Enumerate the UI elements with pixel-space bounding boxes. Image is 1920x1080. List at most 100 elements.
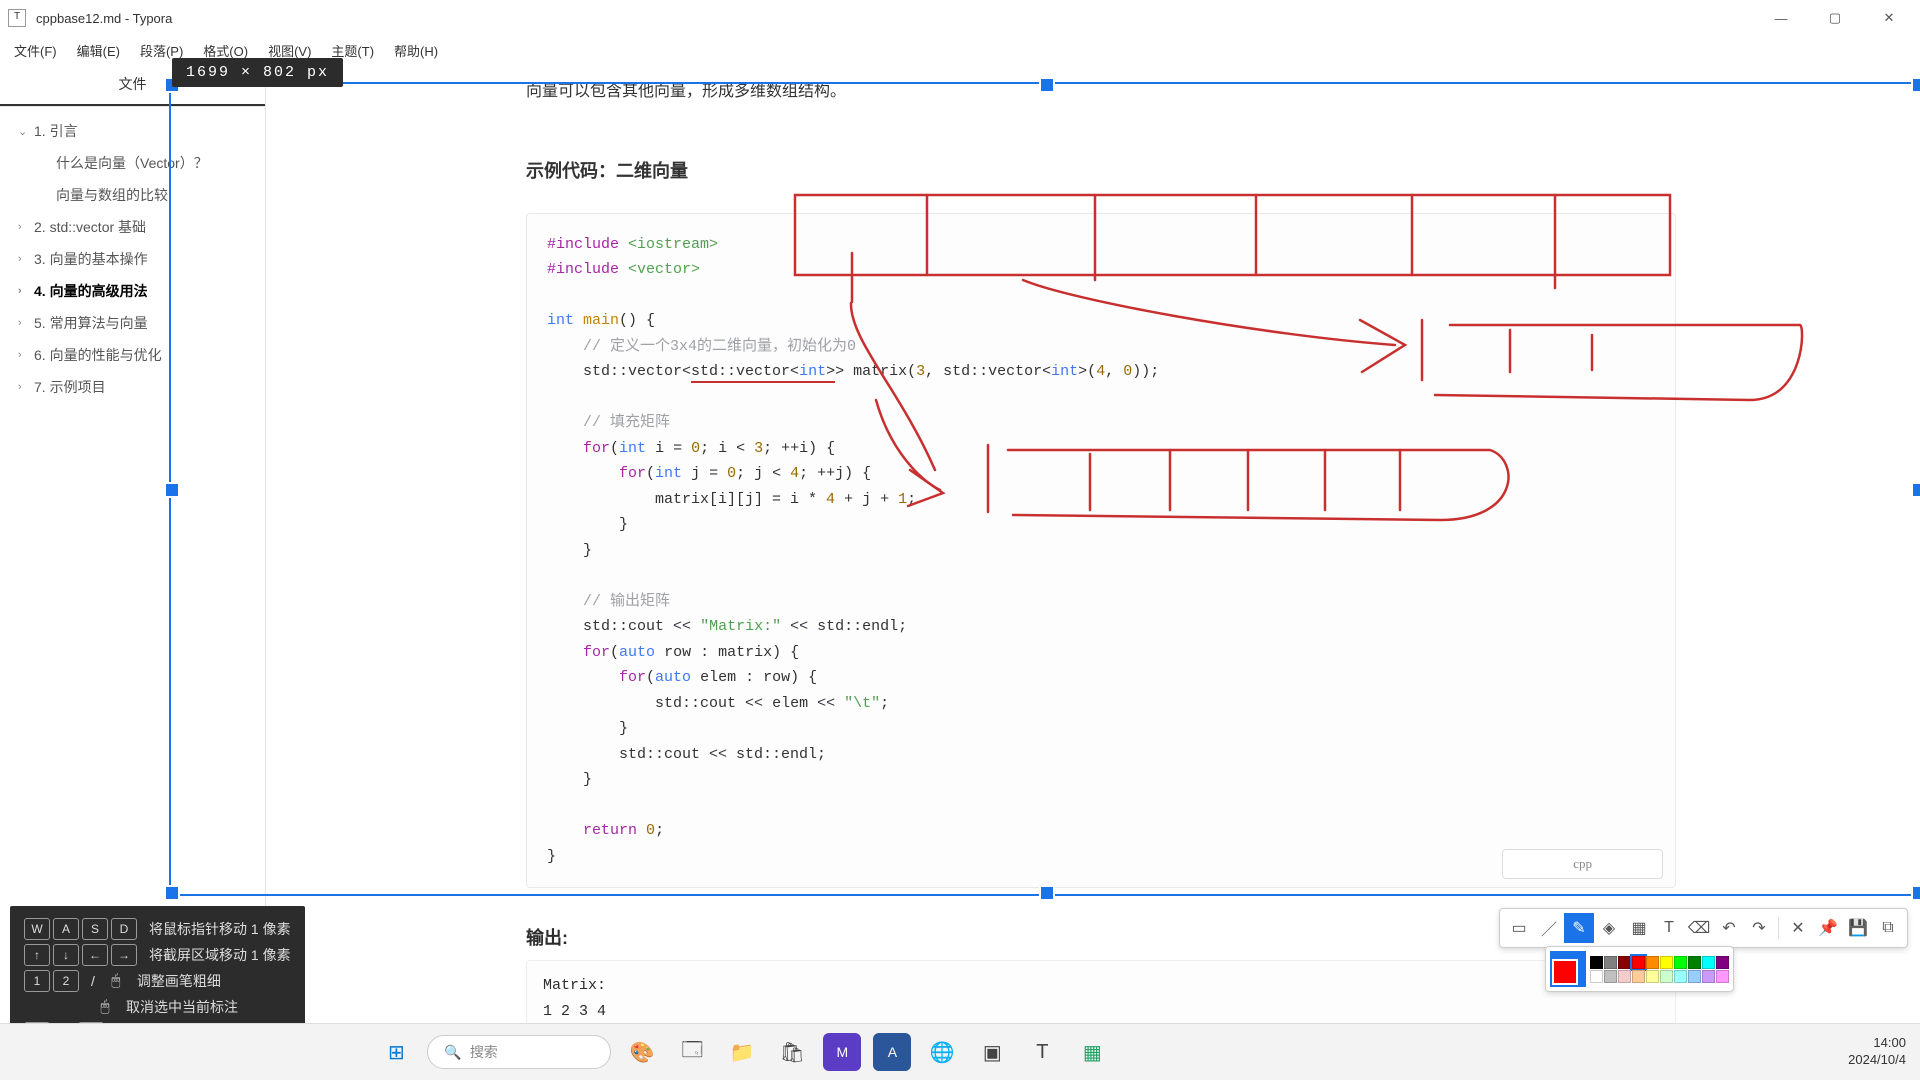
code-block[interactable]: #include <iostream> #include <vector> in…: [526, 213, 1676, 889]
close-button[interactable]: ✕: [1866, 3, 1912, 33]
code-comment: // 填充矩阵: [583, 414, 670, 431]
color-swatch[interactable]: [1590, 970, 1603, 983]
outline-item[interactable]: 什么是向量（Vector）？: [0, 147, 265, 179]
outline-label: 5. 常用算法与向量: [34, 313, 148, 333]
outline-item[interactable]: ›6. 向量的性能与优化: [0, 339, 265, 371]
tool-line[interactable]: ／: [1534, 913, 1564, 943]
outline-item[interactable]: ›5. 常用算法与向量: [0, 307, 265, 339]
sidebar: 文件 ⌄1. 引言 什么是向量（Vector）？ 向量与数组的比较 ›2. st…: [0, 64, 266, 1040]
outline: ⌄1. 引言 什么是向量（Vector）？ 向量与数组的比较 ›2. std::…: [0, 107, 265, 411]
outline-label: 4. 向量的高级用法: [34, 281, 148, 301]
taskbar-app-icon[interactable]: 🗔: [673, 1033, 711, 1071]
search-placeholder: 搜索: [470, 1042, 498, 1062]
outline-item[interactable]: 向量与数组的比较: [0, 179, 265, 211]
app-logo: T: [8, 9, 26, 27]
color-swatch[interactable]: [1716, 956, 1729, 969]
redo-button[interactable]: ↷: [1744, 913, 1774, 943]
color-swatch[interactable]: [1646, 956, 1659, 969]
mouse-icon: 🖱: [107, 968, 125, 994]
color-swatch[interactable]: [1646, 970, 1659, 983]
tool-text[interactable]: T: [1654, 913, 1684, 943]
taskbar-chrome-icon[interactable]: 🌐: [923, 1033, 961, 1071]
color-palette: [1545, 946, 1734, 992]
outline-item-selected[interactable]: ›4. 向量的高级用法: [0, 275, 265, 307]
separator: [1778, 917, 1779, 939]
help-text: 将鼠标指针移动 1 像素: [149, 916, 291, 942]
color-swatch[interactable]: [1674, 970, 1687, 983]
window-title: cppbase12.md - Typora: [36, 11, 172, 26]
menu-edit[interactable]: 编辑(E): [67, 37, 130, 64]
outline-item[interactable]: ›7. 示例项目: [0, 371, 265, 403]
maximize-button[interactable]: ▢: [1812, 3, 1858, 33]
help-text: 取消选中当前标注: [126, 994, 238, 1020]
tool-mosaic[interactable]: ▦: [1624, 913, 1654, 943]
output-line: Matrix:: [543, 973, 1659, 999]
copy-button[interactable]: ⧉: [1873, 913, 1903, 943]
start-button[interactable]: ⊞: [377, 1033, 415, 1071]
code-comment: // 定义一个3x4的二维向量，初始化为0: [583, 338, 856, 355]
color-swatch[interactable]: [1618, 970, 1631, 983]
color-swatch[interactable]: [1604, 956, 1617, 969]
help-text: 调整画笔粗细: [137, 968, 221, 994]
outline-label: 3. 向量的基本操作: [34, 249, 148, 269]
outline-label: 6. 向量的性能与优化: [34, 345, 162, 365]
color-swatch[interactable]: [1590, 956, 1603, 969]
main-area: 文件 ⌄1. 引言 什么是向量（Vector）？ 向量与数组的比较 ›2. st…: [0, 64, 1920, 1040]
tool-marker[interactable]: ◈: [1594, 913, 1624, 943]
color-swatch[interactable]: [1688, 956, 1701, 969]
editor[interactable]: 向量可以包含其他向量，形成多维数组结构。 示例代码：二维向量 #include …: [266, 64, 1920, 1040]
taskbar-store-icon[interactable]: 🛍: [773, 1033, 811, 1071]
taskbar-clock[interactable]: 14:00 2024/10/4: [1848, 1035, 1906, 1069]
taskbar-explorer-icon[interactable]: 📁: [723, 1033, 761, 1071]
outline-label: 向量与数组的比较: [56, 185, 168, 205]
color-swatch[interactable]: [1702, 970, 1715, 983]
color-swatch[interactable]: [1632, 970, 1645, 983]
current-color[interactable]: [1550, 951, 1586, 987]
annotation-toolbar: ▭ ／ ✎ ◈ ▦ T ⌫ ↶ ↷ ✕ 📌 💾 ⧉: [1499, 908, 1908, 948]
output-line: 1 2 3 4: [543, 999, 1659, 1025]
paragraph: 向量可以包含其他向量，形成多维数组结构。: [526, 78, 1676, 107]
outline-item[interactable]: ›2. std::vector 基础: [0, 211, 265, 243]
clock-time: 14:00: [1848, 1035, 1906, 1052]
code-lang-badge[interactable]: cpp: [1502, 849, 1663, 879]
taskbar-app-icon[interactable]: ▣: [973, 1033, 1011, 1071]
selection-dimensions: 1699 × 802 px: [172, 58, 343, 87]
outline-label: 2. std::vector 基础: [34, 217, 146, 237]
taskbar-app-icon[interactable]: ▦: [1073, 1033, 1111, 1071]
tool-eraser[interactable]: ⌫: [1684, 913, 1714, 943]
taskbar-app-icon[interactable]: M: [823, 1033, 861, 1071]
tool-rect[interactable]: ▭: [1504, 913, 1534, 943]
color-swatch[interactable]: [1674, 956, 1687, 969]
pin-button[interactable]: 📌: [1813, 913, 1843, 943]
tool-pen[interactable]: ✎: [1564, 913, 1594, 943]
taskbar-app-icon[interactable]: A: [873, 1033, 911, 1071]
cancel-button[interactable]: ✕: [1783, 913, 1813, 943]
color-swatch[interactable]: [1716, 970, 1729, 983]
heading: 示例代码：二维向量: [526, 157, 1676, 183]
minimize-button[interactable]: —: [1758, 3, 1804, 33]
outline-item[interactable]: ›3. 向量的基本操作: [0, 243, 265, 275]
taskbar-search[interactable]: 🔍搜索: [427, 1035, 611, 1069]
outline-label: 7. 示例项目: [34, 377, 106, 397]
color-swatch[interactable]: [1702, 956, 1715, 969]
code-comment: // 输出矩阵: [583, 593, 670, 610]
color-swatch[interactable]: [1604, 970, 1617, 983]
taskbar-typora-icon[interactable]: T: [1023, 1033, 1061, 1071]
mouse-icon: 🖱: [96, 994, 114, 1020]
menu-file[interactable]: 文件(F): [4, 37, 67, 64]
outline-item[interactable]: ⌄1. 引言: [0, 115, 265, 147]
color-swatch[interactable]: [1660, 956, 1673, 969]
menu-help[interactable]: 帮助(H): [384, 37, 448, 64]
undo-button[interactable]: ↶: [1714, 913, 1744, 943]
help-text: 将截屏区域移动 1 像素: [149, 942, 291, 968]
color-swatch[interactable]: [1632, 956, 1645, 969]
outline-label: 1. 引言: [34, 121, 78, 141]
titlebar: T cppbase12.md - Typora — ▢ ✕: [0, 0, 1920, 36]
clock-date: 2024/10/4: [1848, 1052, 1906, 1069]
color-swatch[interactable]: [1660, 970, 1673, 983]
taskbar-app-icon[interactable]: 🎨: [623, 1033, 661, 1071]
outline-label: 什么是向量（Vector）？: [56, 153, 208, 173]
save-button[interactable]: 💾: [1843, 913, 1873, 943]
color-swatch[interactable]: [1618, 956, 1631, 969]
color-swatch[interactable]: [1688, 970, 1701, 983]
